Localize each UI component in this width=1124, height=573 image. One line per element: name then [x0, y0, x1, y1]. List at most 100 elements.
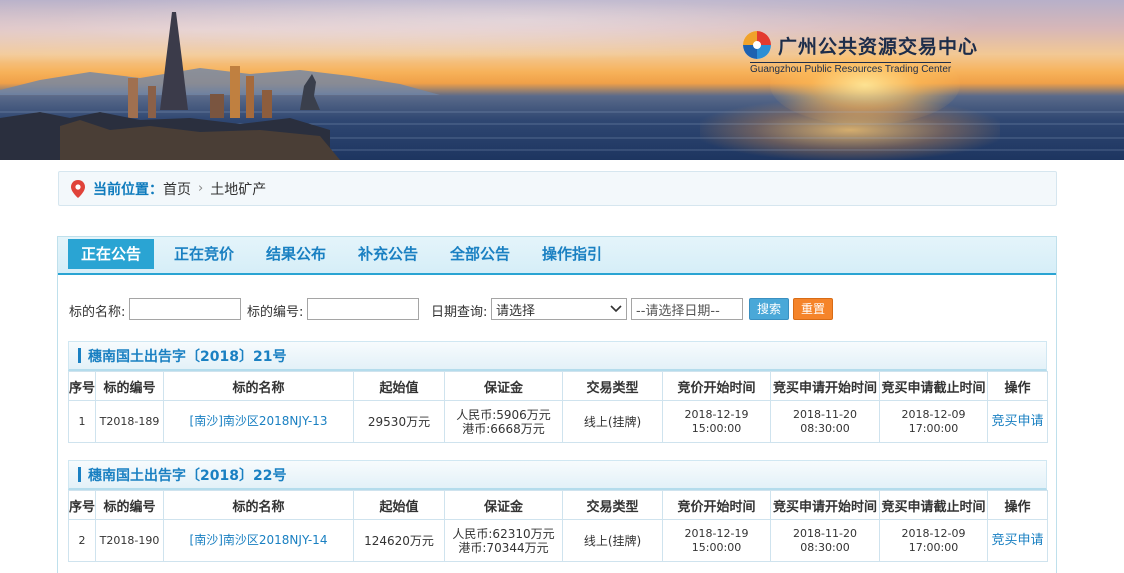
lot-name-link[interactable]: [南沙]南沙区2018NJY-13	[190, 414, 328, 428]
header-type: 交易类型	[562, 490, 663, 520]
date-type-value: 请选择	[496, 303, 536, 319]
reset-button[interactable]: 重置	[793, 298, 834, 320]
table-row: 1 T2018-189 [南沙]南沙区2018NJY-13 29530万元 人民…	[68, 400, 1048, 443]
bid-start-time: 15:00:00	[691, 540, 742, 554]
tab-all[interactable]: 全部公告	[440, 239, 520, 269]
chevron-down-icon	[610, 305, 622, 313]
header-code: 标的编号	[95, 490, 164, 520]
breadcrumb: 当前位置： 首页 › 土地矿产	[58, 171, 1057, 206]
row-no: 2	[68, 519, 96, 562]
apply-end-date: 2018-12-09	[901, 407, 966, 421]
apply-start-time: 08:30:00	[800, 421, 850, 435]
row-bid-start: 2018-12-19 15:00:00	[662, 519, 771, 562]
announcement-title[interactable]: 穗南国土出告字〔2018〕22号	[88, 465, 286, 485]
row-start-value: 29530万元	[353, 400, 445, 443]
row-apply-start: 2018-11-20 08:30:00	[770, 519, 880, 562]
header-name: 标的名称	[163, 371, 354, 401]
date-type-select[interactable]: 请选择	[491, 298, 627, 320]
row-apply-end: 2018-12-09 17:00:00	[879, 519, 988, 562]
row-code: T2018-190	[95, 519, 164, 562]
apply-bid-link[interactable]: 竞买申请	[991, 414, 1043, 429]
announcement-block: 穗南国土出告字〔2018〕21号 序号 标的编号 标的名称 起始值 保证金 交易…	[68, 341, 1048, 443]
code-input[interactable]	[307, 298, 419, 320]
apply-start-time: 08:30:00	[800, 540, 850, 554]
row-deposit: 人民币:62310万元 港币:70344万元	[444, 519, 563, 562]
table-header-row: 序号 标的编号 标的名称 起始值 保证金 交易类型 竞价开始时间 竞买申请开始时…	[68, 371, 1048, 401]
announcement-title-bar: 穗南国土出告字〔2018〕22号	[68, 460, 1047, 490]
apply-start-date: 2018-11-20	[793, 407, 857, 421]
tab-guide[interactable]: 操作指引	[532, 239, 612, 269]
logo-chinese-name: 广州公共资源交易中心	[778, 36, 979, 58]
name-input[interactable]	[129, 298, 241, 320]
row-action: 竞买申请	[987, 400, 1048, 443]
header-bid-start: 竞价开始时间	[662, 371, 771, 401]
header-start-value: 起始值	[353, 490, 445, 520]
row-apply-start: 2018-11-20 08:30:00	[770, 400, 880, 443]
breadcrumb-separator: ›	[198, 181, 204, 196]
title-accent-bar	[78, 467, 81, 482]
tab-results[interactable]: 结果公布	[256, 239, 336, 269]
header-type: 交易类型	[562, 371, 663, 401]
listing-panel: 正在公告 正在竞价 结果公布 补充公告 全部公告 操作指引 标的名称: 标的编号…	[57, 236, 1057, 573]
header-no: 序号	[68, 490, 96, 520]
logo-english-name: Guangzhou Public Resources Trading Cente…	[750, 62, 952, 75]
breadcrumb-home[interactable]: 首页	[163, 179, 191, 199]
deposit-hkd: 港币:70344万元	[458, 540, 549, 555]
row-action: 竞买申请	[987, 519, 1048, 562]
logo-emblem-icon	[743, 31, 771, 59]
header-name: 标的名称	[163, 490, 354, 520]
site-logo[interactable]: 广州公共资源交易中心 Guangzhou Public Resources Tr…	[742, 28, 992, 78]
header-apply-end: 竞买申请截止时间	[879, 490, 988, 520]
tab-bidding[interactable]: 正在竞价	[164, 239, 244, 269]
lot-table: 序号 标的编号 标的名称 起始值 保证金 交易类型 竞价开始时间 竞买申请开始时…	[68, 490, 1048, 562]
breadcrumb-current[interactable]: 土地矿产	[210, 179, 266, 199]
apply-bid-link[interactable]: 竞买申请	[991, 533, 1043, 548]
announcement-title[interactable]: 穗南国土出告字〔2018〕21号	[88, 346, 286, 366]
location-pin-icon	[71, 179, 85, 198]
announcement-block: 穗南国土出告字〔2018〕22号 序号 标的编号 标的名称 起始值 保证金 交易…	[68, 460, 1048, 562]
lot-name-link[interactable]: [南沙]南沙区2018NJY-14	[190, 533, 328, 547]
bid-start-date: 2018-12-19	[684, 407, 749, 421]
apply-end-date: 2018-12-09	[901, 526, 966, 540]
lot-table: 序号 标的编号 标的名称 起始值 保证金 交易类型 竞价开始时间 竞买申请开始时…	[68, 371, 1048, 443]
apply-start-date: 2018-11-20	[793, 526, 857, 540]
row-type: 线上(挂牌)	[562, 400, 663, 443]
deposit-rmb: 人民币:62310万元	[452, 526, 555, 541]
header-apply-end: 竞买申请截止时间	[879, 371, 988, 401]
search-form: 标的名称: 标的编号: 日期查询: 请选择 搜索 重置	[69, 298, 1049, 320]
header-apply-start: 竞买申请开始时间	[770, 490, 880, 520]
code-label: 标的编号:	[247, 305, 304, 320]
deposit-hkd: 港币:6668万元	[462, 421, 545, 436]
row-no: 1	[68, 400, 96, 443]
row-code: T2018-189	[95, 400, 164, 443]
apply-end-time: 17:00:00	[908, 421, 959, 435]
row-start-value: 124620万元	[353, 519, 445, 562]
tab-supplementary[interactable]: 补充公告	[348, 239, 428, 269]
header-banner: 广州公共资源交易中心 Guangzhou Public Resources Tr…	[0, 0, 1124, 160]
header-bid-start: 竞价开始时间	[662, 490, 771, 520]
row-apply-end: 2018-12-09 17:00:00	[879, 400, 988, 443]
header-start-value: 起始值	[353, 371, 445, 401]
name-label: 标的名称:	[69, 305, 126, 320]
header-apply-start: 竞买申请开始时间	[770, 371, 880, 401]
header-action: 操作	[987, 490, 1048, 520]
city-skyline-illustration	[0, 12, 1124, 160]
tab-announcing[interactable]: 正在公告	[68, 239, 154, 269]
title-accent-bar	[78, 348, 81, 363]
search-button[interactable]: 搜索	[749, 298, 790, 320]
table-header-row: 序号 标的编号 标的名称 起始值 保证金 交易类型 竞价开始时间 竞买申请开始时…	[68, 490, 1048, 520]
announcement-title-bar: 穗南国土出告字〔2018〕21号	[68, 341, 1047, 371]
tab-bar: 正在公告 正在竞价 结果公布 补充公告 全部公告 操作指引	[58, 237, 1056, 275]
header-action: 操作	[987, 371, 1048, 401]
row-name: [南沙]南沙区2018NJY-14	[163, 519, 354, 562]
header-deposit: 保证金	[444, 490, 563, 520]
date-picker-input[interactable]	[631, 298, 743, 320]
row-name: [南沙]南沙区2018NJY-13	[163, 400, 354, 443]
header-no: 序号	[68, 371, 96, 401]
row-deposit: 人民币:5906万元 港币:6668万元	[444, 400, 563, 443]
row-type: 线上(挂牌)	[562, 519, 663, 562]
table-row: 2 T2018-190 [南沙]南沙区2018NJY-14 124620万元 人…	[68, 519, 1048, 562]
deposit-rmb: 人民币:5906万元	[456, 407, 551, 422]
header-deposit: 保证金	[444, 371, 563, 401]
row-bid-start: 2018-12-19 15:00:00	[662, 400, 771, 443]
